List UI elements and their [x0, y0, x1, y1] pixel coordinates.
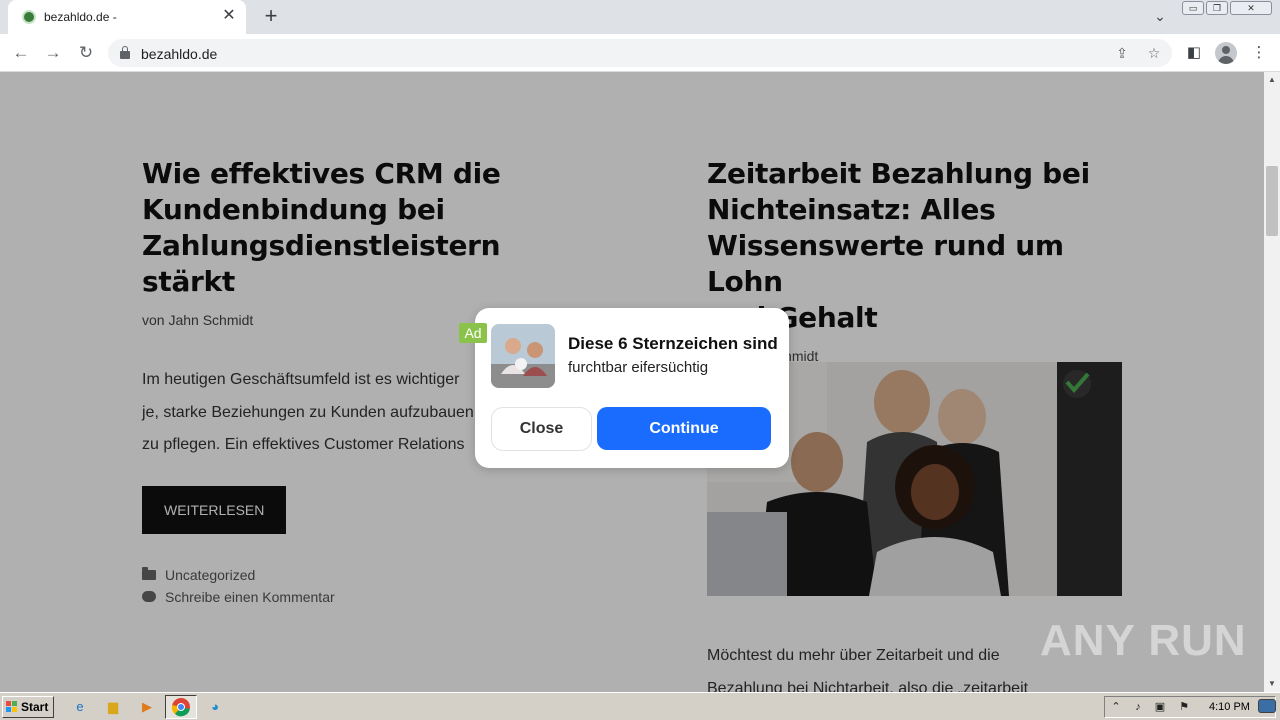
volume-icon[interactable]: ♪ [1131, 700, 1145, 714]
site-favicon-icon [22, 10, 36, 24]
tab-close-icon[interactable]: ✕ [220, 7, 238, 25]
ad-photo-illustration [491, 324, 555, 388]
windows-taskbar: Start e ▆ ▶ ◕ ⌃ ♪ ▣ ⚑ 4:10 PM [0, 692, 1280, 720]
minimize-button[interactable]: ▭ [1182, 1, 1204, 15]
ad-popup: Diese 6 Sternzeichen sind furchtbar eife… [475, 308, 789, 468]
tab-title: bezahldo.de - [44, 10, 117, 24]
new-tab-button[interactable]: + [258, 4, 284, 30]
scroll-down-arrow-icon[interactable]: ▼ [1264, 676, 1280, 692]
tab-strip: bezahldo.de - ✕ + ⌄ ▭ ❐ ✕ [0, 0, 1280, 34]
lock-icon[interactable] [120, 46, 130, 59]
ad-close-button[interactable]: Close [491, 407, 592, 451]
reload-icon[interactable]: ↻ [73, 40, 99, 66]
window-controls: ▭ ❐ ✕ [1182, 1, 1272, 15]
edge-icon[interactable]: ◕ [205, 697, 225, 717]
system-tray: ⌃ ♪ ▣ ⚑ 4:10 PM [1104, 696, 1276, 718]
restore-button[interactable]: ❐ [1206, 1, 1228, 15]
window-close-button[interactable]: ✕ [1230, 1, 1272, 15]
media-player-icon[interactable]: ▶ [137, 697, 157, 717]
ad-continue-button[interactable]: Continue [597, 407, 771, 450]
page-scrollbar[interactable]: ▲ ▼ [1264, 72, 1280, 692]
start-label: Start [21, 700, 49, 714]
chrome-icon [171, 698, 190, 717]
anyrun-watermark: ANY RUN [1040, 612, 1247, 670]
back-arrow-icon[interactable]: ← [8, 40, 34, 66]
network-icon[interactable]: ▣ [1153, 700, 1167, 714]
scroll-thumb[interactable] [1266, 166, 1278, 236]
forward-arrow-icon[interactable]: → [40, 40, 66, 66]
profile-avatar-icon[interactable] [1215, 42, 1237, 64]
watermark-text: ANY RUN [1040, 616, 1247, 665]
ad-headline[interactable]: Diese 6 Sternzeichen sind [568, 334, 778, 354]
scroll-up-arrow-icon[interactable]: ▲ [1264, 72, 1280, 88]
address-bar[interactable]: bezahldo.de ⇪ ☆ [108, 39, 1172, 67]
tab-search-chevron-icon[interactable]: ⌄ [1150, 8, 1170, 26]
file-explorer-icon[interactable]: ▆ [103, 697, 123, 717]
side-panel-icon[interactable]: ◧ [1183, 42, 1205, 64]
windows-logo-icon [6, 701, 18, 713]
menu-kebab-icon[interactable]: ⋮ [1248, 42, 1270, 64]
url-text[interactable]: bezahldo.de [141, 46, 217, 62]
browser-toolbar: ← → ↻ bezahldo.de ⇪ ☆ ◧ ⋮ [0, 34, 1280, 72]
start-button[interactable]: Start [2, 696, 54, 718]
ad-thumbnail-image[interactable] [491, 324, 555, 388]
action-center-flag-icon[interactable]: ⚑ [1177, 700, 1191, 714]
ad-subtext[interactable]: furchtbar eifersüchtig [568, 359, 708, 376]
show-desktop-icon[interactable] [1258, 699, 1276, 713]
share-icon[interactable]: ⇪ [1112, 43, 1132, 63]
ad-badge: Ad [459, 323, 487, 343]
internet-explorer-icon[interactable]: e [70, 697, 90, 717]
tray-expand-icon[interactable]: ⌃ [1109, 700, 1123, 714]
taskbar-clock[interactable]: 4:10 PM [1209, 701, 1250, 713]
chrome-taskbar-button[interactable] [165, 695, 197, 719]
bookmark-star-icon[interactable]: ☆ [1144, 43, 1164, 63]
tab-bezahldo[interactable]: bezahldo.de - ✕ [8, 0, 246, 34]
